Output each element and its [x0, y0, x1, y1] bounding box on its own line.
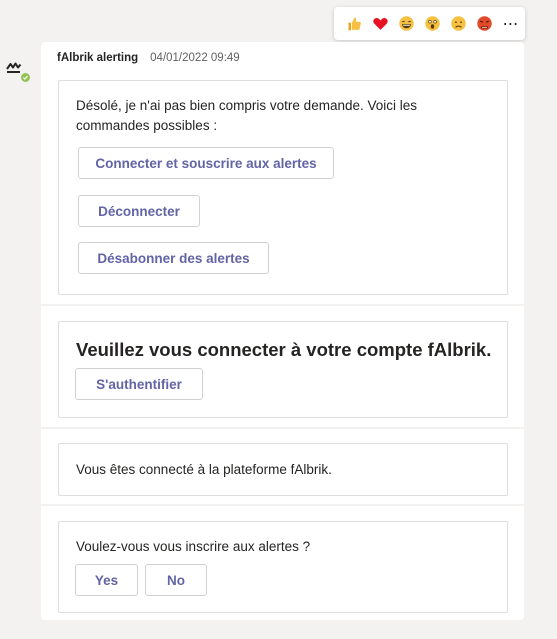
unsubscribe-alerts-button[interactable]: Désabonner des alertes [78, 242, 269, 274]
surprised-face-icon[interactable] [419, 11, 445, 37]
adaptive-card-commands: Désolé, je n'ai pas bien compris votre d… [58, 80, 508, 295]
message-header: fAlbrik alerting 04/01/2022 09:49 [57, 52, 240, 68]
message-block: Vous êtes connecté à la plateforme fAlbr… [41, 429, 524, 504]
adaptive-card-login: Veuillez vous connecter à votre compte f… [58, 321, 508, 418]
message-block: fAlbrik alerting 04/01/2022 09:49 Désolé… [41, 42, 524, 304]
message-block: Veuillez vous connecter à votre compte f… [41, 306, 524, 427]
card-message-text: Voulez-vous vous inscrire aux alertes ? [76, 539, 311, 554]
sender-name[interactable]: fAlbrik alerting [57, 52, 138, 64]
reaction-bar: ⋯ [334, 7, 525, 40]
card-title: Veuillez vous connecter à votre compte f… [76, 339, 492, 360]
angry-face-icon[interactable] [471, 11, 497, 37]
adaptive-card-connected: Vous êtes connecté à la plateforme fAlbr… [58, 443, 508, 496]
more-options-icon[interactable]: ⋯ [498, 11, 524, 37]
message-block: Voulez-vous vous inscrire aux alertes ? … [41, 506, 524, 620]
card-message-text: Désolé, je n'ai pas bien compris votre d… [76, 98, 418, 133]
authenticate-button[interactable]: S'authentifier [75, 368, 203, 400]
card-message-text: Vous êtes connecté à la plateforme fAlbr… [76, 462, 332, 477]
adaptive-card-subscribe: Voulez-vous vous inscrire aux alertes ? … [58, 521, 508, 613]
no-button[interactable]: No [145, 564, 207, 596]
disconnect-button[interactable]: Déconnecter [78, 195, 200, 227]
laughing-face-icon[interactable] [393, 11, 419, 37]
yes-button[interactable]: Yes [75, 564, 138, 596]
sad-face-icon[interactable] [445, 11, 471, 37]
heart-icon[interactable] [367, 11, 393, 37]
presence-available-icon [20, 72, 31, 83]
message-timestamp: 04/01/2022 09:49 [150, 52, 240, 64]
connect-subscribe-button[interactable]: Connecter et souscrire aux alertes [78, 147, 334, 179]
thumbs-up-icon[interactable] [341, 11, 367, 37]
